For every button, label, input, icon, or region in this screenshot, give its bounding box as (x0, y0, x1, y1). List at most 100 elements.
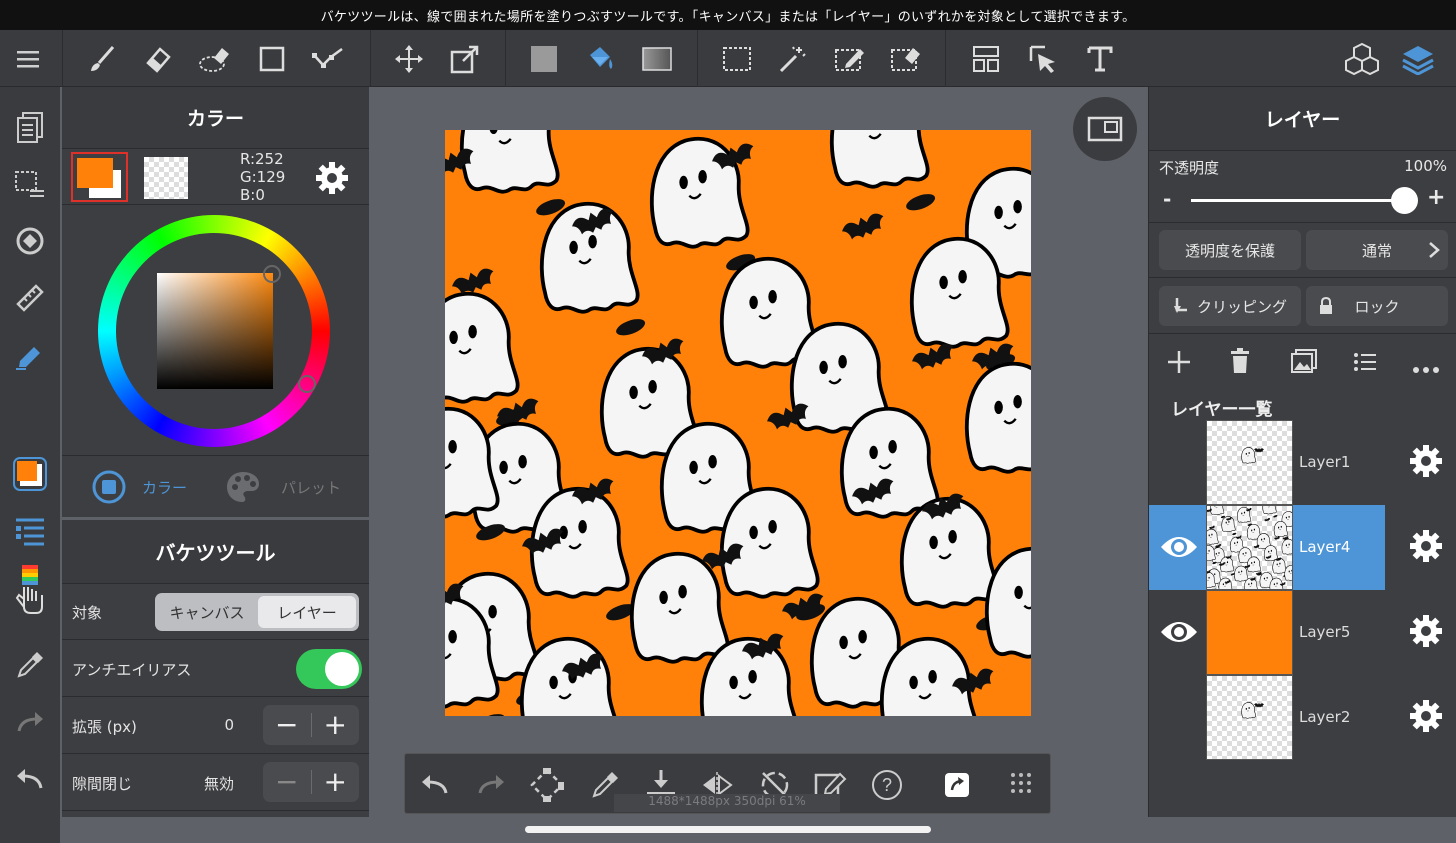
visibility-eye-icon[interactable] (1159, 616, 1199, 652)
undo-icon[interactable] (10, 759, 50, 799)
foreground-color-swatch[interactable] (71, 152, 128, 202)
color-wheel[interactable] (98, 215, 330, 447)
layer-settings-gear-icon[interactable] (1409, 444, 1443, 482)
tab-palette-label: パレット (281, 478, 342, 497)
color-swatch-icon[interactable] (10, 454, 50, 494)
blend-mode-button[interactable]: 通常 (1306, 230, 1448, 270)
eraser-tool-icon[interactable] (138, 39, 178, 79)
share-icon[interactable] (937, 765, 977, 805)
pages-icon[interactable] (10, 107, 50, 147)
gap-plus-button[interactable]: + (311, 762, 359, 802)
panel-toggle-icon (1087, 116, 1123, 142)
tab-color[interactable]: カラー (92, 470, 187, 504)
layers-icon[interactable] (1398, 39, 1438, 79)
more-options-icon[interactable] (1413, 358, 1439, 377)
shape-tool-icon[interactable] (252, 39, 292, 79)
operation-tool-icon[interactable] (1023, 39, 1063, 79)
blend-mode-label: 通常 (1361, 241, 1392, 260)
expand-plus-button[interactable]: + (311, 705, 359, 745)
target-canvas-option[interactable]: キャンバス (158, 596, 256, 628)
gap-close-stepper: − + (263, 762, 359, 802)
ruler-icon[interactable] (10, 278, 50, 318)
layer-image-icon[interactable] (1291, 349, 1317, 377)
hue-handle[interactable] (298, 375, 316, 393)
text-tool-icon[interactable] (1080, 39, 1120, 79)
color-settings-gear-icon[interactable] (315, 161, 349, 199)
rectangle-select-icon[interactable] (717, 39, 757, 79)
opacity-slider-track[interactable] (1191, 199, 1416, 202)
layer-name: Layer2 (1299, 708, 1351, 726)
layer-row-selected[interactable]: Layer4 (1149, 498, 1456, 598)
transform-bottom-icon[interactable] (527, 765, 567, 805)
layer-row[interactable]: Layer2 (1149, 675, 1456, 760)
select-pen-icon[interactable] (830, 39, 870, 79)
antialias-toggle[interactable] (296, 649, 362, 689)
opacity-slider-handle[interactable] (1391, 187, 1418, 214)
line-tool-icon[interactable] (308, 39, 348, 79)
bucket-tool-panel: バケツツール 対象 キャンバス レイヤー アンチエイリアス 拡張 (px) 0 … (62, 520, 369, 817)
delete-layer-icon[interactable] (1230, 348, 1250, 378)
expand-stepper: − + (263, 705, 359, 745)
target-label: 対象 (72, 604, 103, 622)
add-layer-icon[interactable] (1167, 350, 1191, 378)
selection-eraser-icon[interactable] (195, 39, 235, 79)
transform-tool-icon[interactable] (445, 39, 485, 79)
eyedropper-icon[interactable] (10, 645, 50, 685)
magic-wand-icon[interactable] (773, 39, 813, 79)
left-rail (0, 87, 60, 843)
target-layer-option[interactable]: レイヤー (258, 596, 356, 628)
layer-thumbnail (1206, 420, 1293, 505)
layer-properties-list-icon[interactable] (1354, 352, 1376, 376)
rgb-red: R:252 (240, 150, 284, 168)
layer-list-icon[interactable] (10, 511, 50, 551)
layer-list-title: レイヤー一覧 (1171, 400, 1273, 420)
svg-text:?: ? (882, 775, 892, 795)
bucket-tool-icon[interactable] (580, 39, 620, 79)
tool-hint-bar: バケツツールは、線で囲まれた場所を塗りつぶすツールです。「キャンバス」または「レ… (0, 0, 1456, 30)
lock-button[interactable]: ロック (1306, 286, 1448, 326)
rotate-view-icon[interactable] (10, 221, 50, 261)
sv-handle[interactable] (263, 265, 281, 283)
gradient-tool-icon[interactable] (637, 39, 677, 79)
ghost-drawing (964, 361, 1031, 474)
help-icon[interactable]: ? (867, 765, 907, 805)
menu-icon[interactable] (8, 39, 48, 79)
bat-drawing (909, 340, 958, 374)
expand-minus-button[interactable]: − (263, 705, 311, 745)
clipping-button[interactable]: クリッピング (1159, 286, 1301, 326)
snap-pen-icon[interactable] (10, 335, 50, 375)
layer-actions-row (1149, 334, 1456, 390)
undo-bottom-icon[interactable] (415, 765, 455, 805)
redo-icon[interactable] (10, 702, 50, 742)
bucket-panel-title: バケツツール (62, 520, 369, 584)
palette-hand-icon[interactable] (10, 565, 50, 614)
select-eraser-icon[interactable] (886, 39, 926, 79)
canvas-view-toggle-button[interactable] (1073, 97, 1137, 161)
brush-tool-icon[interactable] (82, 39, 122, 79)
clipping-arrow-icon (1173, 298, 1187, 313)
tab-palette[interactable]: パレット (225, 470, 341, 504)
ghost-pattern-artwork (445, 130, 1031, 716)
materials-icon[interactable] (1342, 39, 1382, 79)
selection-menu-icon[interactable] (10, 164, 50, 204)
more-grid-icon[interactable] (1001, 765, 1041, 805)
background-color-swatch[interactable] (144, 157, 188, 199)
drawing-canvas[interactable] (445, 130, 1031, 716)
opacity-plus-button[interactable]: + (1427, 185, 1445, 210)
frame-divider-icon[interactable] (966, 39, 1006, 79)
fill-color-tool-icon[interactable] (524, 39, 564, 79)
opacity-minus-button[interactable]: - (1163, 187, 1171, 211)
redo-bottom-icon[interactable] (471, 765, 511, 805)
home-indicator (525, 826, 931, 833)
protect-alpha-button[interactable]: 透明度を保護 (1159, 230, 1301, 270)
move-tool-icon[interactable] (389, 39, 429, 79)
visibility-eye-icon[interactable] (1159, 531, 1199, 567)
gap-minus-button[interactable]: − (263, 762, 311, 802)
saturation-value-square[interactable] (157, 273, 273, 389)
layer-settings-gear-icon[interactable] (1409, 699, 1443, 737)
layer-settings-gear-icon[interactable] (1409, 529, 1443, 567)
layer-name: Layer4 (1299, 538, 1351, 556)
layer-row[interactable]: Layer1 (1149, 420, 1456, 505)
layer-settings-gear-icon[interactable] (1409, 614, 1443, 652)
layer-row[interactable]: Layer5 (1149, 590, 1456, 675)
